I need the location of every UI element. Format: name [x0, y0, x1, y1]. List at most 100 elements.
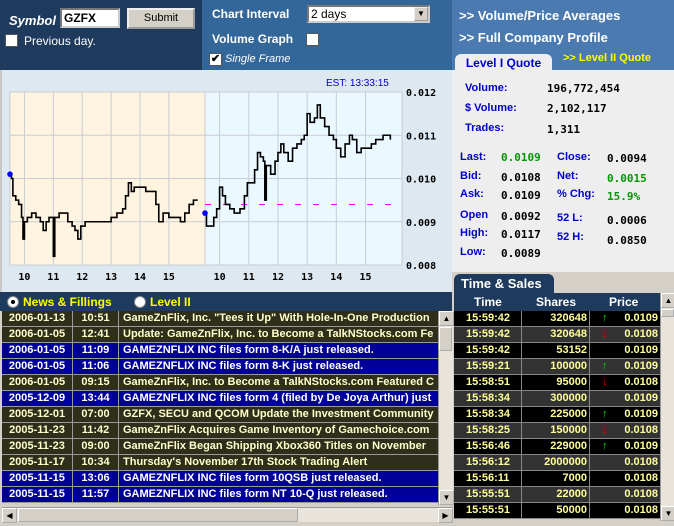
volume-price-averages-link[interactable]: >> Volume/Price Averages	[459, 8, 620, 23]
trade-time: 15:59:42	[454, 343, 522, 358]
trade-time: 15:55:51	[454, 487, 522, 502]
news-time: 10:34	[73, 455, 119, 470]
news-row[interactable]: 2006-01-05 09:15 GameZnFlix, Inc. to Becom…	[2, 375, 438, 391]
volume-graph-checkbox[interactable]	[306, 33, 319, 46]
symbol-label: Symbol	[9, 13, 56, 28]
col-shares: Shares	[536, 295, 577, 309]
ts-scroll-thumb[interactable]	[661, 309, 674, 317]
x-tick-label: 15	[163, 272, 175, 283]
price-chart: 0.012 0.011 0.010 0.009 0.008 10 11 12 13 14 15 10 1…	[7, 88, 436, 283]
news-row[interactable]: 2006-01-13 10:51 GameZnFlix, Inc. "Tees it…	[2, 311, 438, 327]
ask-label: Ask:	[460, 188, 484, 200]
chart-interval-label: Chart Interval	[212, 7, 290, 21]
x-tick-label: 11	[243, 272, 255, 283]
trade-shares: 22000	[522, 487, 590, 502]
news-row[interactable]: 2006-01-05 12:41 Update: GameZnFlix, Inc. …	[2, 327, 438, 343]
arrow-down-icon: ↓	[602, 424, 608, 436]
news-date: 2005-12-09	[2, 391, 73, 406]
level2-radio[interactable]	[134, 296, 146, 308]
hscroll-thumb[interactable]	[18, 508, 298, 522]
previous-day-checkbox[interactable]	[5, 34, 18, 47]
trade-row: 15:56:12 2000000 0.0108	[454, 455, 660, 471]
tab-news-fillings[interactable]: News & Fillings	[23, 295, 112, 309]
trade-price-cell: 0.0109	[590, 391, 660, 406]
x-tick-label: 13	[301, 272, 313, 283]
news-title: GameZnFlix Began Shipping Xbox360 Titles…	[123, 440, 426, 452]
news-vertical-scrollbar[interactable]: ▲ ▼	[438, 311, 454, 505]
trade-price: 0.0109	[624, 408, 658, 420]
trade-row: 15:59:21 100000 ↑ 0.0109	[454, 359, 660, 375]
news-radio[interactable]	[7, 296, 19, 308]
trade-row: 15:55:51 22000 0.0108	[454, 487, 660, 503]
dropdown-arrow-icon[interactable]: ▼	[414, 7, 428, 21]
news-row[interactable]: 2005-11-17 10:34 Thursday's November 17th …	[2, 455, 438, 471]
news-row[interactable]: 2005-11-15 11:57 GAMEZNFLIX INC files form…	[2, 487, 438, 503]
low52-label: 52 L:	[557, 212, 583, 224]
close-label: Close:	[557, 151, 591, 163]
last-value: 0.0109	[501, 151, 541, 164]
scroll-right-icon[interactable]: ▶	[438, 508, 453, 523]
news-date: 2006-01-13	[2, 311, 73, 326]
ask-value: 0.0109	[501, 189, 541, 202]
news-time: 11:42	[73, 423, 119, 438]
high52-value: 0.0850	[607, 234, 647, 247]
trade-price-cell: 0.0108	[590, 503, 660, 518]
open-marker	[7, 171, 13, 177]
y-tick-label: 0.009	[406, 218, 436, 229]
news-date: 2006-01-05	[2, 327, 73, 342]
ts-scroll-down-icon[interactable]: ▼	[661, 506, 674, 521]
news-row[interactable]: 2005-11-23 11:42 GameZnFlix Acquires Game …	[2, 423, 438, 439]
time-sales-scrollbar[interactable]: ▲ ▼	[660, 293, 674, 521]
dollar-volume-value: 2,102,117	[547, 102, 607, 115]
trade-shares: 300000	[522, 391, 590, 406]
news-time: 11:57	[73, 487, 119, 502]
bid-value: 0.0108	[501, 171, 541, 184]
news-horizontal-scrollbar[interactable]: ◀ ▶	[2, 507, 453, 523]
trade-price: 0.0109	[624, 392, 658, 404]
bid-label: Bid:	[460, 170, 482, 182]
news-row[interactable]: 2006-01-05 11:06 GAMEZNFLIX INC files form…	[2, 359, 438, 375]
tab-time-sales[interactable]: Time & Sales	[454, 274, 554, 294]
trade-price-cell: ↑ 0.0109	[590, 311, 660, 326]
single-frame-checkbox[interactable]: ✔	[209, 53, 222, 66]
news-row[interactable]: 2005-11-23 09:00 GameZnFlix Began Shipping…	[2, 439, 438, 455]
trade-time: 15:58:34	[454, 407, 522, 422]
scroll-thumb[interactable]	[439, 327, 452, 351]
level2-quote-link[interactable]: >> Level II Quote	[563, 52, 651, 64]
news-row[interactable]: 2006-01-05 11:09 GAMEZNFLIX INC files form…	[2, 343, 438, 359]
high-value: 0.0117	[501, 228, 541, 241]
news-row[interactable]: 2005-11-15 13:06 GAMEZNFLIX INC files form…	[2, 471, 438, 487]
news-row[interactable]: 2005-12-09 13:44 GAMEZNFLIX INC files form…	[2, 391, 438, 407]
full-company-profile-link[interactable]: >> Full Company Profile	[459, 30, 608, 45]
trade-row: 15:58:51 95000 ↓ 0.0108	[454, 375, 660, 391]
trade-price: 0.0108	[624, 424, 658, 436]
checkmark-icon: ✔	[210, 53, 221, 65]
news-time: 11:09	[73, 343, 119, 358]
news-title: GAMEZNFLIX INC files form 4 (filed by De…	[123, 392, 432, 404]
scroll-left-icon[interactable]: ◀	[2, 508, 17, 523]
trade-price-cell: 0.0108	[590, 471, 660, 486]
news-row[interactable]: 2005-12-01 07:00 GZFX, SECU and QCOM Updat…	[2, 407, 438, 423]
news-time: 13:44	[73, 391, 119, 406]
news-time: 09:00	[73, 439, 119, 454]
volume-value: 196,772,454	[547, 82, 620, 95]
news-date: 2006-01-05	[2, 375, 73, 390]
scroll-down-icon[interactable]: ▼	[439, 490, 454, 505]
submit-button[interactable]: Submit	[127, 8, 195, 29]
news-time: 11:06	[73, 359, 119, 374]
news-date: 2006-01-05	[2, 343, 73, 358]
ts-scroll-up-icon[interactable]: ▲	[661, 293, 674, 308]
pct-change-label: % Chg:	[557, 188, 595, 200]
previous-day-label: Previous day.	[24, 34, 96, 48]
tab-level2[interactable]: Level II	[150, 295, 191, 309]
trade-price-cell: ↓ 0.0108	[590, 375, 660, 390]
trade-price: 0.0109	[624, 440, 658, 452]
chart-interval-select[interactable]: 2 days ▼	[307, 5, 430, 23]
x-tick-label: 14	[330, 272, 342, 283]
news-time: 13:06	[73, 471, 119, 486]
news-title: GameZnFlix Acquires Game Inventory of Ga…	[123, 424, 430, 436]
x-tick-label: 12	[272, 272, 284, 283]
x-tick-label: 15	[359, 272, 371, 283]
symbol-input[interactable]: GZFX	[60, 8, 120, 28]
scroll-up-icon[interactable]: ▲	[439, 311, 454, 326]
